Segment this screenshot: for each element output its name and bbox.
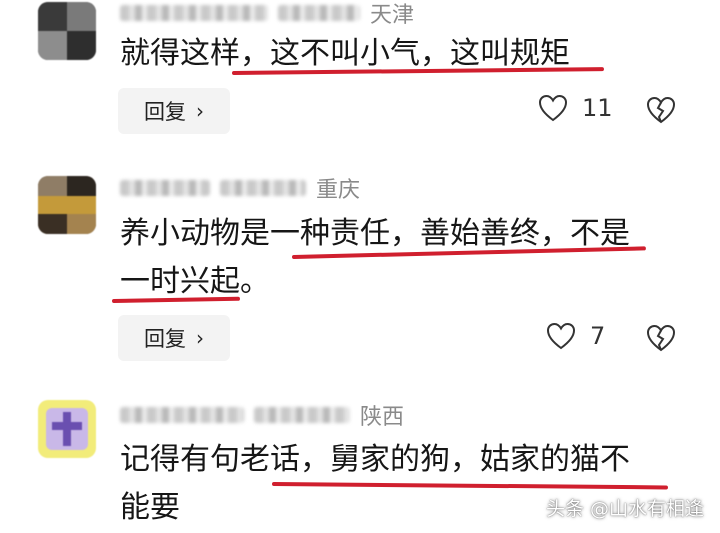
heart-outline-icon bbox=[538, 94, 568, 122]
heart-outline-icon bbox=[546, 322, 576, 350]
comment-meta: 重庆 bbox=[120, 175, 361, 203]
time-redacted bbox=[220, 180, 306, 196]
like-count: 7 bbox=[590, 322, 606, 350]
reply-button[interactable]: 回复 › bbox=[118, 315, 230, 361]
username-redacted bbox=[120, 180, 210, 196]
like-count: 11 bbox=[582, 94, 613, 122]
broken-heart-icon bbox=[646, 96, 676, 124]
reply-label: 回复 bbox=[144, 100, 186, 124]
dislike-button[interactable] bbox=[646, 324, 676, 356]
location-label: 天津 bbox=[370, 3, 415, 28]
time-redacted bbox=[278, 5, 360, 21]
chevron-right-icon: › bbox=[196, 326, 204, 350]
avatar[interactable] bbox=[38, 400, 96, 458]
broken-heart-icon bbox=[646, 324, 676, 352]
like-button[interactable]: 7 bbox=[546, 322, 605, 350]
comment-1: 天津 就得这样，这不叫小气，这叫规矩 回复 › 11 bbox=[0, 0, 720, 150]
comment-2: 重庆 养小动物是一种责任，善始善终，不是 一时兴起。 回复 › 7 bbox=[0, 170, 720, 380]
username-redacted bbox=[120, 5, 268, 21]
watermark: 头条 @山水有相逢 bbox=[545, 498, 704, 520]
comment-meta: 陕西 bbox=[120, 402, 405, 430]
chevron-right-icon: › bbox=[196, 99, 204, 123]
reply-label: 回复 bbox=[144, 327, 186, 351]
comment-text: 养小动物是一种责任，善始善终，不是 一时兴起。 bbox=[120, 210, 630, 306]
username-redacted bbox=[120, 407, 244, 423]
time-redacted bbox=[254, 407, 350, 423]
like-button[interactable]: 11 bbox=[538, 94, 613, 122]
location-label: 重庆 bbox=[316, 178, 361, 203]
comment-text-line: 记得有句老话，舅家的狗，姑家的猫不 bbox=[120, 442, 630, 477]
comment-meta: 天津 bbox=[120, 0, 415, 28]
avatar[interactable] bbox=[38, 176, 96, 234]
dislike-button[interactable] bbox=[646, 96, 676, 128]
avatar[interactable] bbox=[38, 2, 96, 60]
reply-button[interactable]: 回复 › bbox=[118, 88, 230, 134]
location-label: 陕西 bbox=[360, 405, 405, 430]
